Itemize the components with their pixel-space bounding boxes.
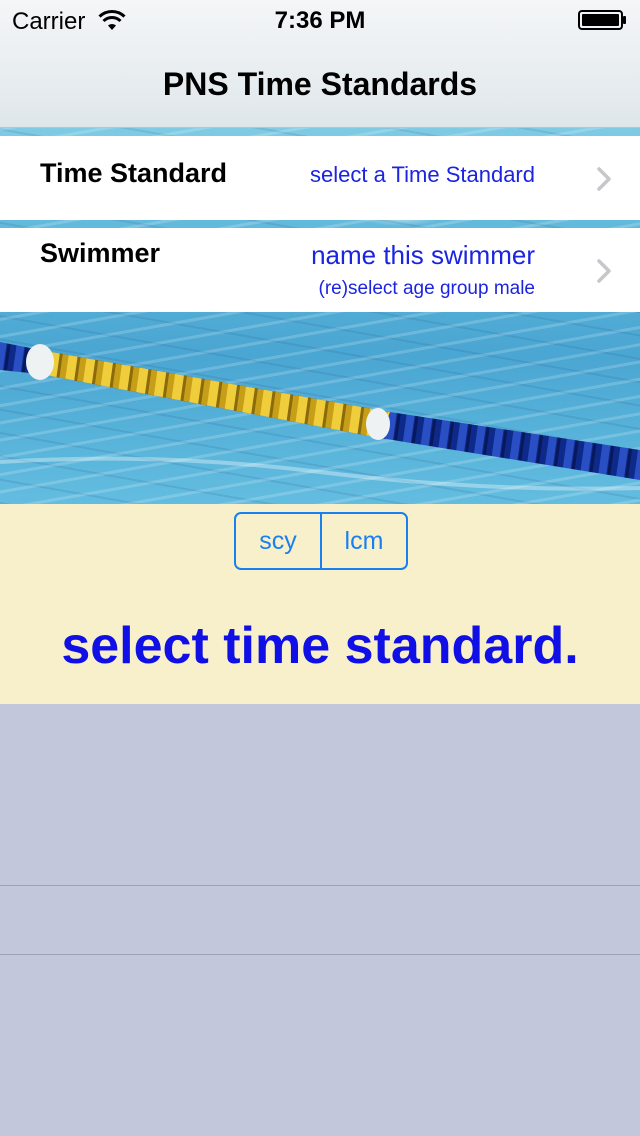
time-standard-value: select a Time Standard (309, 162, 535, 187)
course-segmented-control[interactable]: scy lcm (234, 512, 408, 570)
chevron-right-icon (597, 167, 611, 191)
swimmer-row[interactable]: Swimmer name this swimmer (re)select age… (0, 228, 640, 312)
swimmer-name-value: name this swimmer (311, 240, 535, 270)
status-time: 7:36 PM (274, 7, 366, 34)
course-option-lcm[interactable]: lcm (320, 514, 406, 568)
swimmer-age-group-value: (re)select age group male (318, 278, 536, 299)
time-standard-row[interactable]: Time Standard select a Time Standard (0, 136, 640, 220)
table-separator (0, 954, 640, 955)
table-separator (0, 885, 640, 886)
panel-message: select time standard. (61, 617, 579, 675)
page-title: PNS Time Standards (162, 66, 478, 102)
battery-icon (578, 10, 626, 30)
swimmer-label: Swimmer (40, 238, 161, 268)
time-standard-label: Time Standard (40, 158, 228, 188)
info-panel: scy lcm select time standard. (0, 504, 640, 704)
chevron-right-icon (597, 259, 611, 283)
course-option-scy[interactable]: scy (236, 514, 320, 568)
navigation-bar: Carrier 7:36 PM PNS Time Standards (0, 0, 640, 128)
lane-rope-image (0, 342, 640, 491)
